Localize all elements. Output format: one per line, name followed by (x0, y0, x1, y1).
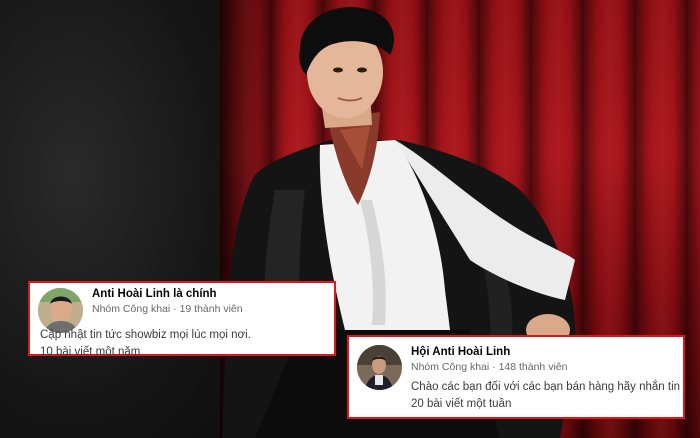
group-card[interactable]: Anti Hoài Linh là chính Nhóm Công khai ·… (28, 281, 336, 358)
group-member-count: 148 thành viên (498, 361, 568, 373)
group-name[interactable]: Hội Anti Hoài Linh (411, 344, 675, 360)
group-info: Anti Hoài Linh là chính Nhóm Công khai ·… (92, 286, 326, 317)
group-meta: Nhóm Công khai · 148 thành viên (411, 360, 675, 375)
group-avatar[interactable] (357, 345, 402, 390)
group-post-frequency: 20 bài viết một tuần (411, 398, 512, 410)
group-member-count: 19 thành viên (179, 303, 243, 315)
group-details: Chào các bạn đối với các bạn bán hàng hã… (411, 379, 681, 413)
group-name[interactable]: Anti Hoài Linh là chính (92, 286, 326, 302)
group-description: Cập nhật tin tức showbiz mọi lúc mọi nơi… (40, 329, 251, 341)
group-meta: Nhóm Công khai · 19 thành viên (92, 302, 326, 317)
meta-separator: · (173, 303, 177, 315)
group-privacy: Nhóm Công khai (92, 303, 171, 315)
group-details: Cập nhật tin tức showbiz mọi lúc mọi nơi… (40, 321, 326, 361)
group-privacy: Nhóm Công khai (411, 361, 490, 373)
meta-separator: · (492, 361, 496, 373)
group-description: Chào các bạn đối với các bạn bán hàng hã… (411, 381, 681, 393)
group-card[interactable]: Hội Anti Hoài Linh Nhóm Công khai · 148 … (347, 335, 685, 419)
group-info: Hội Anti Hoài Linh Nhóm Công khai · 148 … (411, 344, 675, 375)
avatar-image (357, 345, 402, 390)
group-post-frequency: 10 bài viết một năm (40, 346, 141, 358)
